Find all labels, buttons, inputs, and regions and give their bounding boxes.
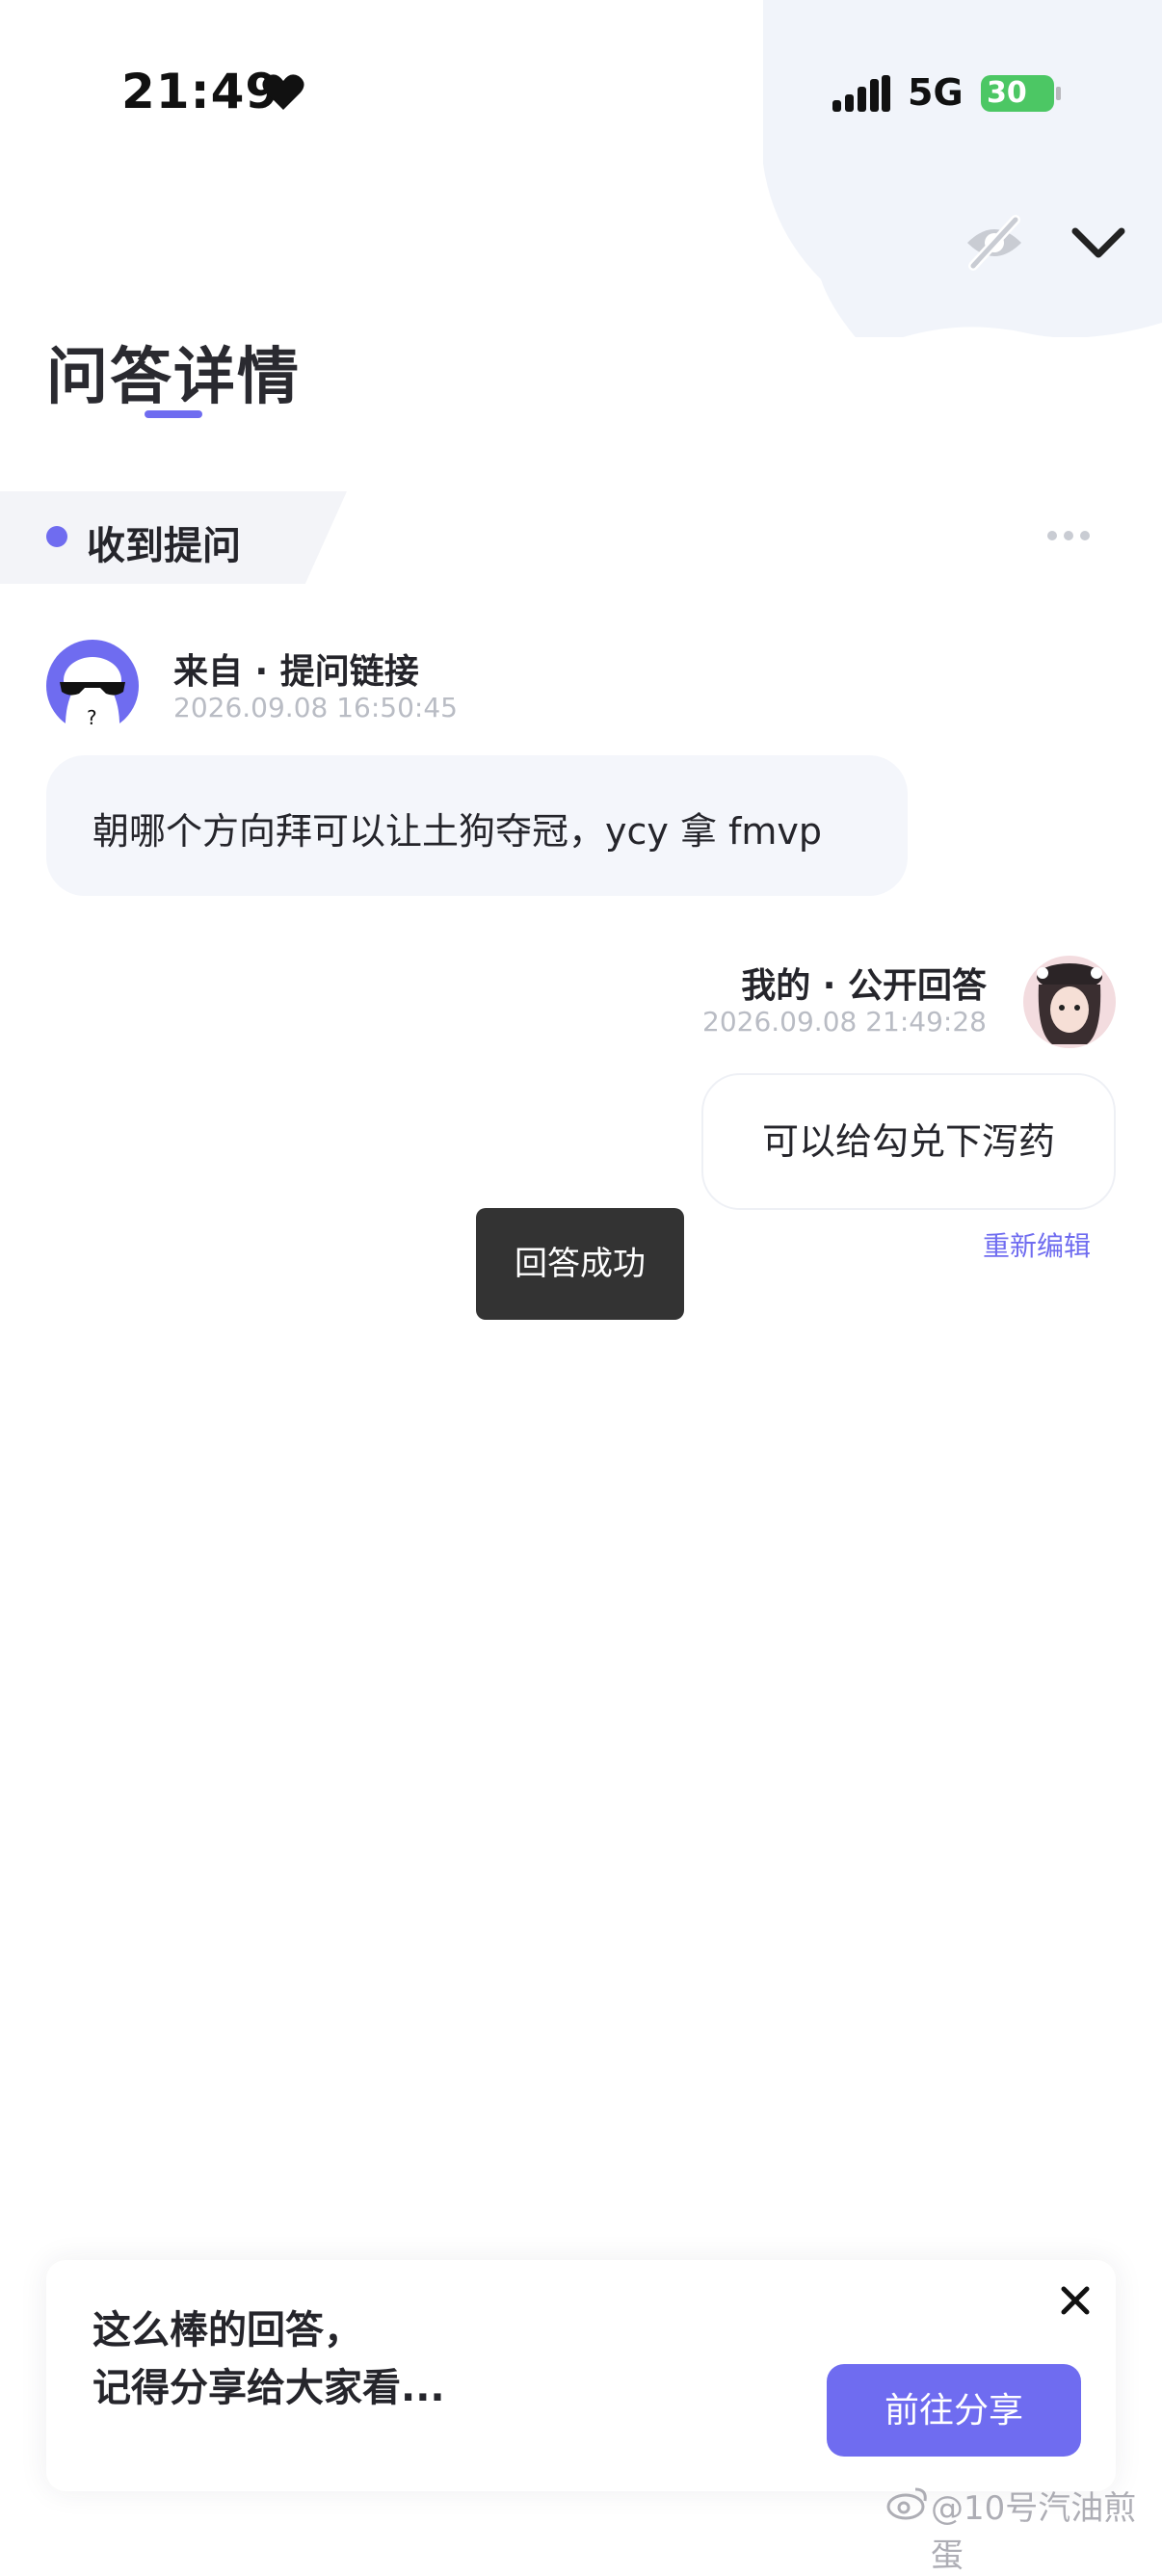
answer-bubble: 可以给勾兑下泻药 [701,1073,1116,1210]
success-toast: 回答成功 [476,1208,684,1320]
question-bubble: 朝哪个方向拜可以让土狗夺冠，ycy 拿 fmvp [46,755,908,896]
battery-level: 30 [987,76,1027,110]
share-prompt-line2: 记得分享给大家看... [92,2366,445,2410]
more-icon[interactable] [1046,526,1091,545]
signal-icon [832,75,890,112]
status-time: 21:49 [121,64,280,119]
answer-author: 我的 · 公开回答 [741,966,987,1006]
question-timestamp: 2026.09.08 16:50:45 [173,692,458,723]
share-card: 这么棒的回答， 记得分享给大家看... 前往分享 [46,2260,1116,2491]
reedit-link[interactable]: 重新编辑 [983,1225,1091,1264]
battery-indicator: 30 [981,75,1054,112]
section-dot [46,526,67,547]
answerer-avatar [1023,956,1116,1048]
weibo-icon [886,2487,927,2520]
section-label: 收到提问 [87,524,241,568]
asker-source: 来自 · 提问链接 [173,652,419,692]
battery-cap [1056,87,1061,100]
title-underline [145,410,202,418]
asker-avatar: ? [46,640,139,732]
header-bubble-decoration [763,0,1162,337]
network-label: 5G [908,71,964,114]
go-share-button[interactable]: 前往分享 [827,2364,1081,2457]
watermark-text: @10号汽油煎蛋 [931,2489,1137,2575]
chevron-down-icon[interactable] [1070,218,1127,268]
share-prompt-line1: 这么棒的回答， [92,2308,362,2353]
answer-timestamp: 2026.09.08 21:49:28 [702,1006,987,1038]
close-icon[interactable] [1058,2283,1093,2318]
page-title: 问答详情 [46,342,301,413]
heart-icon [262,74,304,110]
eye-off-icon[interactable] [964,212,1025,274]
svg-text:?: ? [87,706,97,729]
